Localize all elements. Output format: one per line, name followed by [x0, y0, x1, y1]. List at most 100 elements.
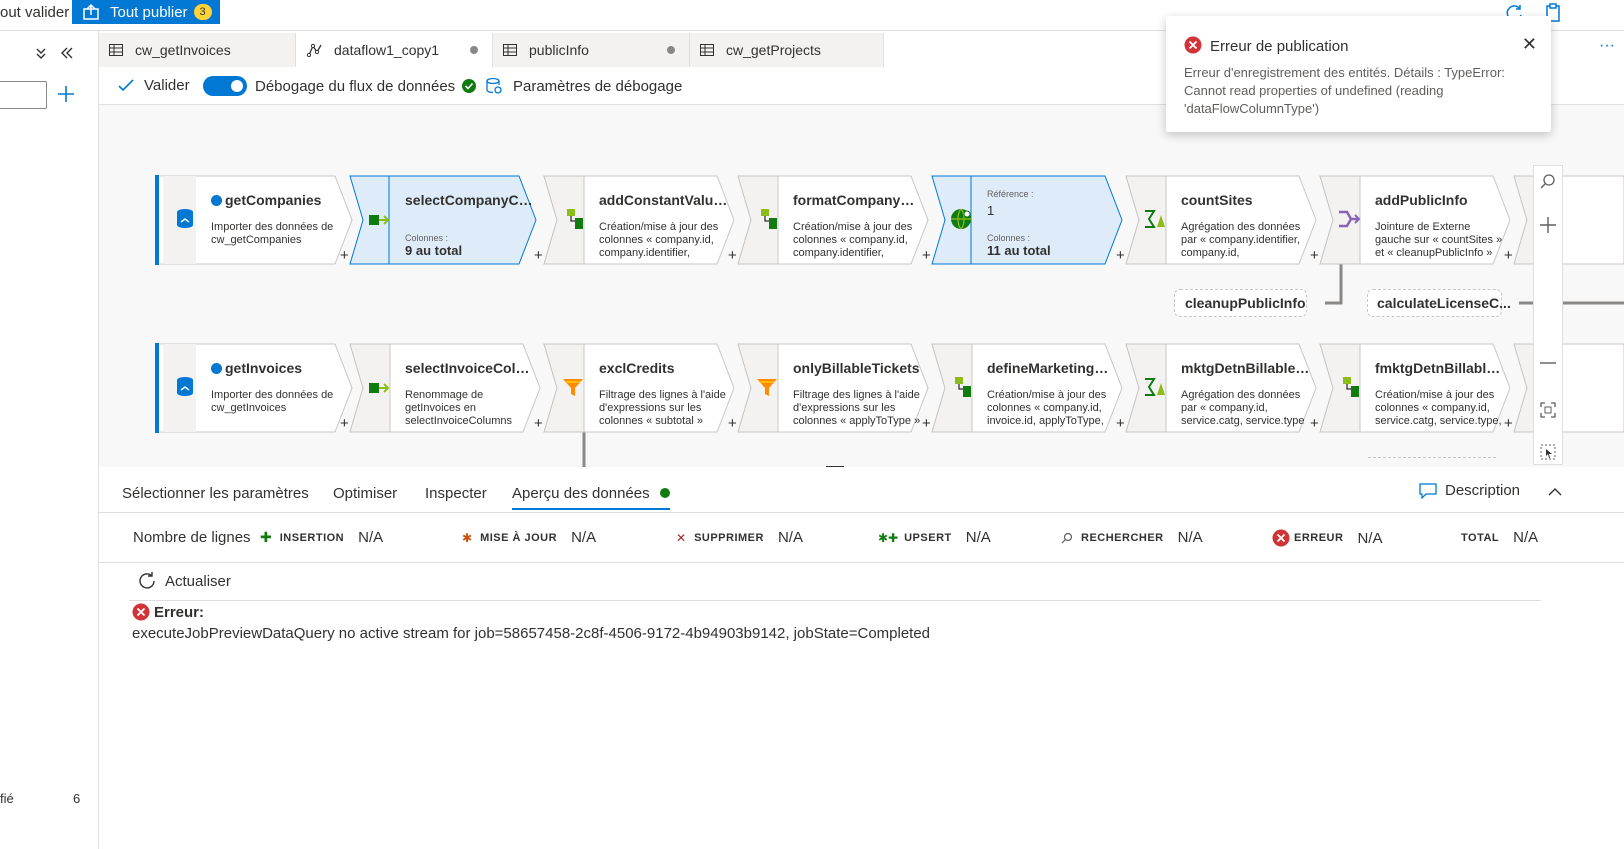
- checkmark-icon: [118, 78, 134, 91]
- add-transform-button[interactable]: +: [728, 415, 737, 432]
- node-exclcredits[interactable]: exclCredits Filtrage des lignes à l'aide…: [543, 343, 743, 433]
- debug-settings-label: Paramètres de débogage: [513, 77, 683, 95]
- publish-count-badge: 3: [193, 4, 212, 20]
- upsert-count: ✱✚ UPSERT N/A: [878, 529, 991, 546]
- tab-dataflow1-copy1[interactable]: dataflow1_copy1: [296, 33, 493, 67]
- refresh-icon: [139, 572, 155, 589]
- debug-settings-button[interactable]: Paramètres de débogage: [485, 77, 682, 95]
- node-countsites[interactable]: countSites Agrégation des données par « …: [1125, 175, 1325, 265]
- node-shape: [1513, 343, 1624, 433]
- node-selectcompanycol[interactable]: selectCompanyCol... Colonnes : 9 au tota…: [349, 175, 549, 265]
- factory-resources-panel: fié 6: [0, 31, 99, 849]
- tab-label: cw_getProjects: [726, 42, 821, 58]
- add-transform-button[interactable]: +: [1504, 415, 1513, 432]
- add-transform-button[interactable]: +: [1310, 247, 1319, 264]
- collapse-panel-icon[interactable]: [60, 46, 74, 60]
- refresh-button[interactable]: Actualiser: [137, 571, 231, 591]
- node-fmktgdetnbillables[interactable]: fmktgDetnBillableS... Création/mise à jo…: [1319, 343, 1519, 433]
- filter-icon: [563, 379, 583, 396]
- node-addconstantvalue[interactable]: addConstantValue... Création/mise à jour…: [543, 175, 743, 265]
- comment-icon: [1419, 482, 1437, 499]
- node-title: defineMarketingDe...: [987, 360, 1117, 376]
- select-icon: [369, 383, 390, 393]
- node-reference-join[interactable]: Référence : 1 Colonnes : 11 au total +: [931, 175, 1131, 265]
- node-description: Jointure de Externe gauche sur « countSi…: [1375, 221, 1503, 259]
- node-definemarketingde[interactable]: defineMarketingDe... Création/mise à jou…: [931, 343, 1131, 433]
- node-title: fmktgDetnBillableS...: [1375, 360, 1505, 376]
- node-selectinvoicecolum[interactable]: selectInvoiceColum... Renommage de getIn…: [349, 343, 549, 433]
- add-transform-button[interactable]: +: [728, 247, 737, 264]
- upload-icon: [83, 3, 99, 20]
- columns-value: 11 au total: [987, 243, 1051, 258]
- add-transform-button[interactable]: +: [534, 415, 543, 432]
- add-transform-button[interactable]: +: [340, 415, 349, 432]
- debug-toggle[interactable]: [203, 76, 247, 96]
- tab-inspect[interactable]: Inspecter: [425, 485, 487, 502]
- node-addpublicinfo[interactable]: addPublicInfo Jointure de Externe gauche…: [1319, 175, 1519, 265]
- add-transform-button[interactable]: +: [922, 247, 931, 264]
- add-transform-button[interactable]: +: [1310, 415, 1319, 432]
- node-title: onlyBillableTickets: [793, 360, 920, 376]
- node-title: countSites: [1181, 192, 1253, 208]
- notification-title: Erreur de publication: [1210, 38, 1349, 55]
- node-description: Renommage de getInvoices en selectInvoic…: [405, 389, 512, 429]
- add-transform-button[interactable]: +: [922, 415, 931, 432]
- tab-cw-getinvoices[interactable]: cw_getInvoices: [99, 33, 296, 67]
- add-transform-button[interactable]: +: [534, 247, 543, 264]
- table-icon: [700, 44, 714, 56]
- add-transform-button[interactable]: +: [1116, 415, 1125, 432]
- resource-filter-input[interactable]: [0, 81, 47, 109]
- debug-ready-icon: [462, 79, 477, 93]
- validate-button[interactable]: Valider: [118, 77, 190, 94]
- upsert-icon: ✱✚: [878, 530, 899, 545]
- delete-icon: ✕: [676, 530, 687, 545]
- node-cleanuppublicinfo[interactable]: cleanupPublicInfo: [1174, 289, 1307, 317]
- close-icon[interactable]: ✕: [1522, 34, 1537, 55]
- error-icon: [1272, 529, 1290, 547]
- tab-cw-getprojects[interactable]: cw_getProjects: [690, 33, 884, 67]
- node-calculatelicensec[interactable]: calculateLicenseC...: [1367, 289, 1511, 317]
- aggregate-sigma-icon: [1145, 378, 1165, 396]
- node-getcompanies[interactable]: getCompanies Importer des données de cw_…: [155, 175, 355, 265]
- collapse-all-icon[interactable]: [34, 46, 48, 60]
- tab-data-preview[interactable]: Aperçu des données: [512, 485, 670, 510]
- update-icon: ✱: [462, 530, 473, 545]
- zoom-in-icon[interactable]: [1539, 216, 1557, 234]
- add-resource-icon[interactable]: [57, 85, 75, 103]
- node-partial-row1[interactable]: [1513, 175, 1624, 265]
- tab-select-settings[interactable]: Sélectionner les paramètres: [122, 485, 309, 502]
- search-icon[interactable]: [1540, 174, 1556, 190]
- publish-error-notification: Erreur de publication ✕ Erreur d'enregis…: [1166, 16, 1551, 132]
- node-title: mktgDetnBillableS...: [1181, 360, 1311, 376]
- chevron-up-icon[interactable]: [1548, 487, 1562, 497]
- description-button[interactable]: Description: [1419, 482, 1520, 499]
- validate-all-button[interactable]: out valider: [0, 4, 69, 21]
- tab-publicinfo[interactable]: publicInfo: [493, 33, 690, 67]
- fit-to-screen-icon[interactable]: [1540, 402, 1556, 418]
- tab-label: publicInfo: [529, 42, 589, 58]
- select-cursor-icon[interactable]: [1540, 444, 1556, 460]
- node-getinvoices[interactable]: getInvoices Importer des données de cw_g…: [155, 343, 355, 433]
- add-transform-button[interactable]: +: [1504, 247, 1513, 264]
- add-transform-button[interactable]: +: [340, 247, 349, 264]
- node-title: exclCredits: [599, 360, 675, 376]
- derived-column-icon: [761, 209, 777, 229]
- publish-all-button[interactable]: Tout publier 3: [72, 0, 220, 24]
- add-transform-button[interactable]: +: [1116, 247, 1125, 264]
- zoom-out-icon[interactable]: [1539, 361, 1557, 365]
- node-partial-row2[interactable]: [1513, 343, 1624, 433]
- node-formatcompanysit[interactable]: formatCompanySit... Création/mise à jour…: [737, 175, 937, 265]
- source-database-icon: [177, 377, 193, 396]
- dataflow-canvas[interactable]: getCompanies Importer des données de cw_…: [99, 105, 1624, 467]
- divider: [129, 600, 1541, 601]
- tab-optimize[interactable]: Optimiser: [333, 485, 397, 502]
- zoom-controls: [1533, 165, 1563, 465]
- node-onlybillabletickets[interactable]: onlyBillableTickets Filtrage des lignes …: [737, 343, 937, 433]
- dataflow-icon: [306, 43, 322, 57]
- insert-icon: ✚: [260, 529, 272, 545]
- node-mktgdetnbillables[interactable]: mktgDetnBillableS... Agrégation des donn…: [1125, 343, 1325, 433]
- error-count: ERREUR N/A: [1272, 529, 1382, 547]
- source-indicator-icon: [211, 195, 222, 206]
- more-tabs-icon[interactable]: ···: [1599, 37, 1615, 55]
- globe-join-icon: [951, 208, 971, 230]
